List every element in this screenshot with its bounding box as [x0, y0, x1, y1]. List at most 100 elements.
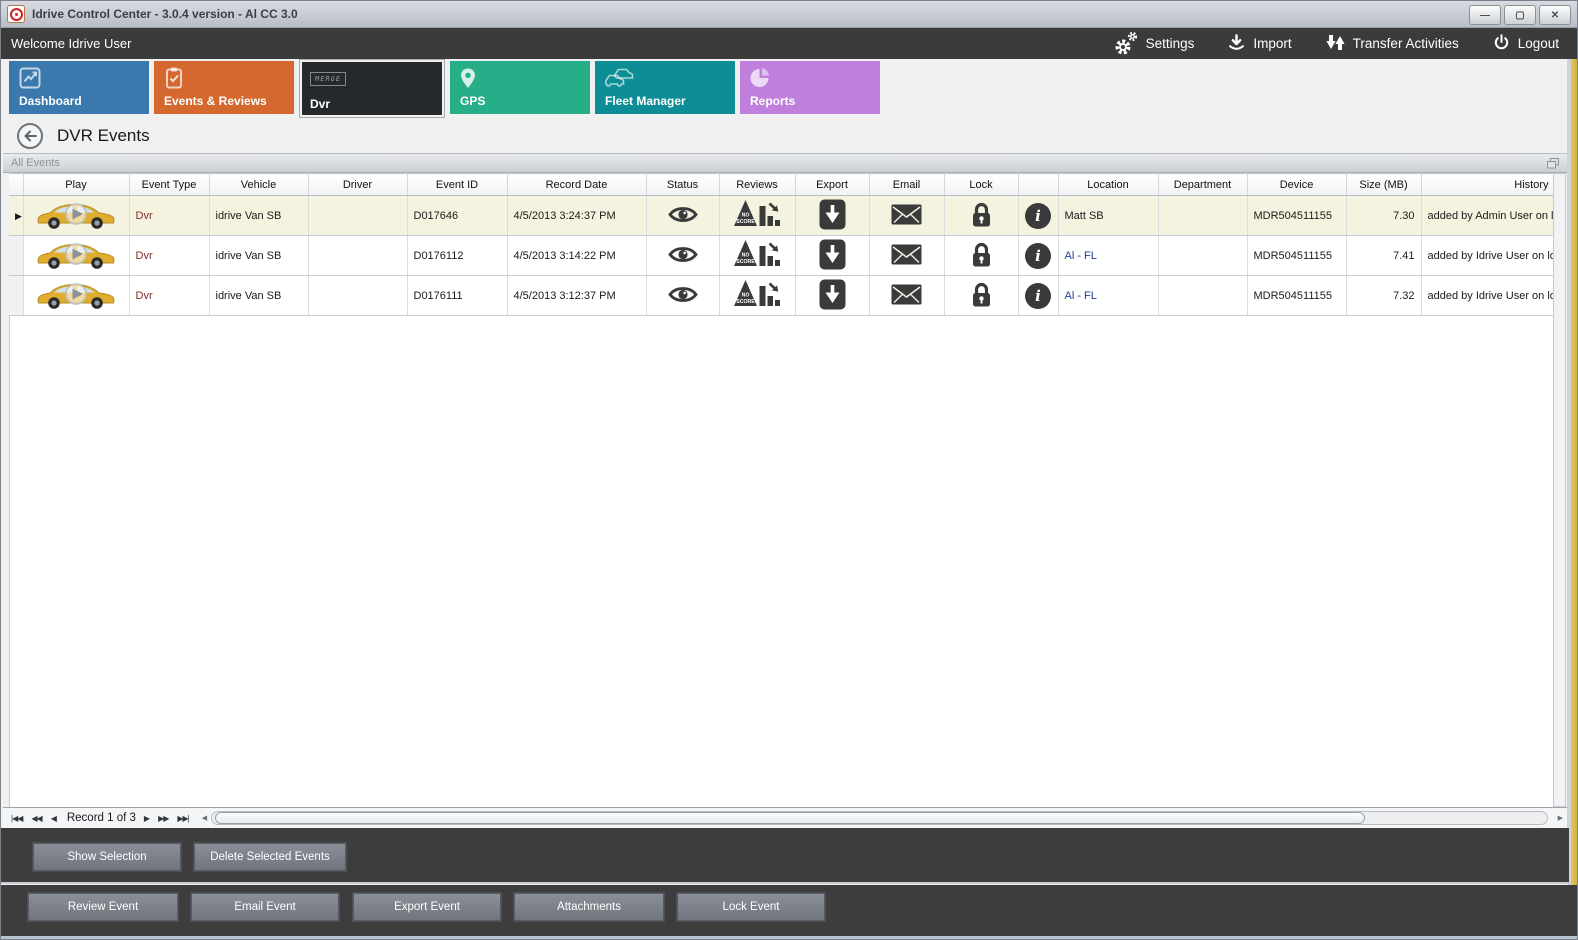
window-edge-accent [1571, 59, 1578, 936]
import-label: Import [1253, 36, 1291, 51]
last-record-button[interactable]: ▶▶| [177, 814, 188, 823]
top-bar: Welcome Idrive User Settings Import Tr [1, 28, 1577, 59]
transfer-activities-button[interactable]: Transfer Activities [1326, 34, 1459, 54]
header-info[interactable] [1018, 174, 1058, 196]
expand-panel-icon[interactable] [1547, 158, 1559, 169]
header-email[interactable]: Email [869, 174, 944, 196]
header-record-date[interactable]: Record Date [507, 174, 646, 196]
record-date-cell: 4/5/2013 3:24:37 PM [507, 196, 646, 236]
tile-dashboard[interactable]: Dashboard [9, 61, 149, 114]
lock-cell[interactable] [944, 276, 1018, 316]
envelope-icon [891, 284, 922, 305]
email-event-button[interactable]: Email Event [191, 893, 339, 921]
header-department[interactable]: Department [1158, 174, 1247, 196]
horizontal-scrollbar-thumb[interactable] [215, 812, 1365, 824]
export-event-button[interactable]: Export Event [353, 893, 501, 921]
settings-label: Settings [1146, 36, 1195, 51]
lock-cell[interactable] [944, 196, 1018, 236]
history-cell: added by Admin User on loc [1421, 196, 1553, 236]
play-cell[interactable] [23, 276, 129, 316]
play-cell[interactable] [23, 196, 129, 236]
header-size[interactable]: Size (MB) [1346, 174, 1421, 196]
export-cell[interactable] [795, 196, 869, 236]
horizontal-scrollbar[interactable] [211, 811, 1547, 825]
tile-reports[interactable]: Reports [740, 61, 880, 114]
tile-events-reviews[interactable]: Events & Reviews [154, 61, 294, 114]
info-icon: i [1025, 283, 1051, 309]
email-cell[interactable] [869, 196, 944, 236]
hscroll-left-icon[interactable]: ◀ [202, 814, 207, 822]
hscroll-right-icon[interactable]: ▶ [1558, 814, 1563, 822]
header-lock[interactable]: Lock [944, 174, 1018, 196]
svg-text:NO: NO [742, 212, 750, 218]
status-cell[interactable] [646, 276, 719, 316]
reviews-cell[interactable]: NO SCORE [719, 276, 795, 316]
header-event-id[interactable]: Event ID [407, 174, 507, 196]
header-device[interactable]: Device [1247, 174, 1346, 196]
info-cell[interactable]: i [1018, 236, 1058, 276]
table-row[interactable]: ▶ Dvr idrive Van SB D017646 4/5/2013 3:2… [9, 196, 1553, 236]
back-button[interactable] [17, 123, 43, 149]
header-history[interactable]: History [1421, 174, 1553, 196]
tile-gps[interactable]: GPS [450, 61, 590, 114]
pie-chart-icon [750, 67, 772, 89]
no-score-reviews-icon: NO SCORE [733, 199, 781, 230]
record-date-cell: 4/5/2013 3:12:37 PM [507, 276, 646, 316]
tile-dvr[interactable]: MERGE Dvr [299, 59, 445, 118]
email-cell[interactable] [869, 276, 944, 316]
maximize-button[interactable]: ▢ [1504, 5, 1536, 25]
export-cell[interactable] [795, 276, 869, 316]
import-button[interactable]: Import [1228, 34, 1291, 54]
info-cell[interactable]: i [1018, 196, 1058, 236]
header-reviews[interactable]: Reviews [719, 174, 795, 196]
attachments-button[interactable]: Attachments [514, 893, 664, 921]
export-cell[interactable] [795, 236, 869, 276]
header-play[interactable]: Play [23, 174, 129, 196]
row-indicator-cell: ▶ [9, 196, 23, 236]
status-cell[interactable] [646, 196, 719, 236]
group-panel-label: All Events [11, 157, 60, 169]
envelope-icon [891, 244, 922, 265]
minimize-button[interactable]: — [1469, 5, 1501, 25]
delete-selected-events-button[interactable]: Delete Selected Events [194, 843, 346, 871]
header-event-type[interactable]: Event Type [129, 174, 209, 196]
reviews-cell[interactable]: NO SCORE [719, 236, 795, 276]
reviews-cell[interactable]: NO SCORE [719, 196, 795, 236]
first-record-button[interactable]: |◀◀ [11, 814, 22, 823]
next-record-button[interactable]: ▶ [144, 814, 149, 823]
record-date-cell: 4/5/2013 3:14:22 PM [507, 236, 646, 276]
driver-cell [308, 196, 407, 236]
prev-record-button[interactable]: ◀ [51, 814, 56, 823]
review-event-button[interactable]: Review Event [28, 893, 178, 921]
next-page-button[interactable]: ▶▶ [158, 814, 168, 823]
logout-button[interactable]: Logout [1493, 34, 1559, 54]
title-bar: Idrive Control Center - 3.0.4 version - … [1, 1, 1577, 28]
info-cell[interactable]: i [1018, 276, 1058, 316]
gears-icon [1114, 34, 1138, 54]
event-action-bar: Review Event Email Event Export Event At… [1, 885, 1577, 936]
show-selection-button[interactable]: Show Selection [33, 843, 181, 871]
table-row[interactable]: Dvr idrive Van SB D0176112 4/5/2013 3:14… [9, 236, 1553, 276]
car-thumbnail-play-icon [30, 196, 122, 232]
settings-button[interactable]: Settings [1114, 34, 1195, 54]
header-export[interactable]: Export [795, 174, 869, 196]
email-cell[interactable] [869, 236, 944, 276]
header-vehicle[interactable]: Vehicle [209, 174, 308, 196]
lock-icon [970, 281, 993, 308]
vertical-scrollbar[interactable] [1553, 173, 1566, 807]
device-cell: MDR504511155 [1247, 196, 1346, 236]
status-cell[interactable] [646, 236, 719, 276]
lock-event-button[interactable]: Lock Event [677, 893, 825, 921]
prev-page-button[interactable]: ◀◀ [31, 814, 41, 823]
no-score-reviews-icon: NO SCORE [733, 239, 781, 270]
lock-cell[interactable] [944, 236, 1018, 276]
tile-fleet-manager[interactable]: Fleet Manager [595, 61, 735, 114]
play-cell[interactable] [23, 236, 129, 276]
car-thumbnail-play-icon [30, 236, 122, 272]
table-row[interactable]: Dvr idrive Van SB D0176111 4/5/2013 3:12… [9, 276, 1553, 316]
header-status[interactable]: Status [646, 174, 719, 196]
header-driver[interactable]: Driver [308, 174, 407, 196]
header-location[interactable]: Location [1058, 174, 1158, 196]
export-download-icon [819, 199, 846, 230]
close-button[interactable]: ✕ [1539, 5, 1571, 25]
